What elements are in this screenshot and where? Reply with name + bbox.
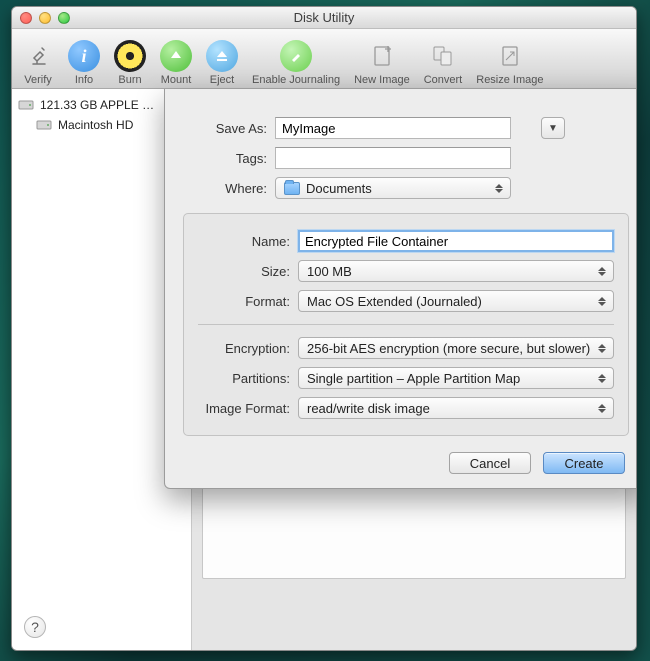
popup-arrows-icon <box>595 338 609 358</box>
toolbar-label: New Image <box>354 74 410 86</box>
image-format-popup[interactable]: read/write disk image <box>298 397 614 419</box>
convert-icon <box>427 40 459 72</box>
microscope-icon <box>22 40 54 72</box>
tags-input[interactable] <box>275 147 511 169</box>
mount-button[interactable]: Mount <box>154 40 198 86</box>
info-button[interactable]: i Info <box>62 40 106 86</box>
format-value: Mac OS Extended (Journaled) <box>307 294 482 309</box>
popup-arrows-icon <box>595 291 609 311</box>
name-label: Name: <box>198 234 290 249</box>
expand-save-panel-button[interactable]: ▼ <box>541 117 565 139</box>
titlebar: Disk Utility <box>12 7 636 29</box>
sheet-button-row: Cancel Create <box>165 436 637 474</box>
toolbar-label: Burn <box>118 74 141 86</box>
save-as-label: Save As: <box>183 121 267 136</box>
sidebar-item-label: Macintosh HD <box>58 118 133 132</box>
burn-button[interactable]: Burn <box>108 40 152 86</box>
create-button[interactable]: Create <box>543 452 625 474</box>
toolbar-label: Info <box>75 74 93 86</box>
new-image-icon <box>366 40 398 72</box>
name-input[interactable] <box>298 230 614 252</box>
format-popup[interactable]: Mac OS Extended (Journaled) <box>298 290 614 312</box>
mount-icon <box>160 40 192 72</box>
burn-icon <box>114 40 146 72</box>
popup-arrows-icon <box>492 178 506 198</box>
partitions-value: Single partition – Apple Partition Map <box>307 371 520 386</box>
encryption-label: Encryption: <box>198 341 290 356</box>
resize-image-button[interactable]: Resize Image <box>470 40 549 86</box>
minimize-window-button[interactable] <box>39 12 51 24</box>
encryption-popup[interactable]: 256-bit AES encryption (more secure, but… <box>298 337 614 359</box>
partitions-popup[interactable]: Single partition – Apple Partition Map <box>298 367 614 389</box>
toolbar-label: Eject <box>210 74 234 86</box>
disk-icon <box>18 97 34 113</box>
encryption-value: 256-bit AES encryption (more secure, but… <box>307 341 590 356</box>
popup-arrows-icon <box>595 368 609 388</box>
resize-icon <box>494 40 526 72</box>
size-popup[interactable]: 100 MB <box>298 260 614 282</box>
folder-icon <box>284 182 300 195</box>
save-as-input[interactable] <box>275 117 511 139</box>
zoom-window-button[interactable] <box>58 12 70 24</box>
where-popup[interactable]: Documents <box>275 177 511 199</box>
where-label: Where: <box>183 181 267 196</box>
toolbar: Verify i Info Burn Mount Eject <box>12 29 636 89</box>
help-icon: ? <box>31 619 39 635</box>
tags-label: Tags: <box>183 151 267 166</box>
size-label: Size: <box>198 264 290 279</box>
where-value: Documents <box>306 181 372 196</box>
journal-icon <box>280 40 312 72</box>
popup-arrows-icon <box>595 398 609 418</box>
new-image-button[interactable]: New Image <box>348 40 416 86</box>
image-format-label: Image Format: <box>198 401 290 416</box>
cancel-button[interactable]: Cancel <box>449 452 531 474</box>
divider <box>198 324 614 325</box>
eject-icon <box>206 40 238 72</box>
verify-button[interactable]: Verify <box>16 40 60 86</box>
popup-arrows-icon <box>595 261 609 281</box>
format-label: Format: <box>198 294 290 309</box>
toolbar-label: Enable Journaling <box>252 74 340 86</box>
toolbar-label: Resize Image <box>476 74 543 86</box>
info-icon: i <box>68 40 100 72</box>
chevron-down-icon: ▼ <box>548 123 558 134</box>
image-format-value: read/write disk image <box>307 401 430 416</box>
image-options-group: Name: Size: 100 MB Format: Mac OS Extend… <box>183 213 629 436</box>
window-title: Disk Utility <box>12 10 636 25</box>
convert-button[interactable]: Convert <box>418 40 469 86</box>
traffic-lights <box>12 12 70 24</box>
close-window-button[interactable] <box>20 12 32 24</box>
disk-icon <box>36 117 52 133</box>
partitions-label: Partitions: <box>198 371 290 386</box>
toolbar-label: Mount <box>161 74 192 86</box>
eject-button[interactable]: Eject <box>200 40 244 86</box>
new-image-sheet: Save As: ▼ Tags: Where: Documents Name: <box>164 89 637 489</box>
toolbar-label: Verify <box>24 74 52 86</box>
size-value: 100 MB <box>307 264 352 279</box>
enable-journaling-button[interactable]: Enable Journaling <box>246 40 346 86</box>
sidebar-item-label: 121.33 GB APPLE … <box>40 98 154 112</box>
help-button[interactable]: ? <box>24 616 46 638</box>
app-window: Disk Utility Verify i Info Burn Mount <box>11 6 637 651</box>
toolbar-label: Convert <box>424 74 463 86</box>
